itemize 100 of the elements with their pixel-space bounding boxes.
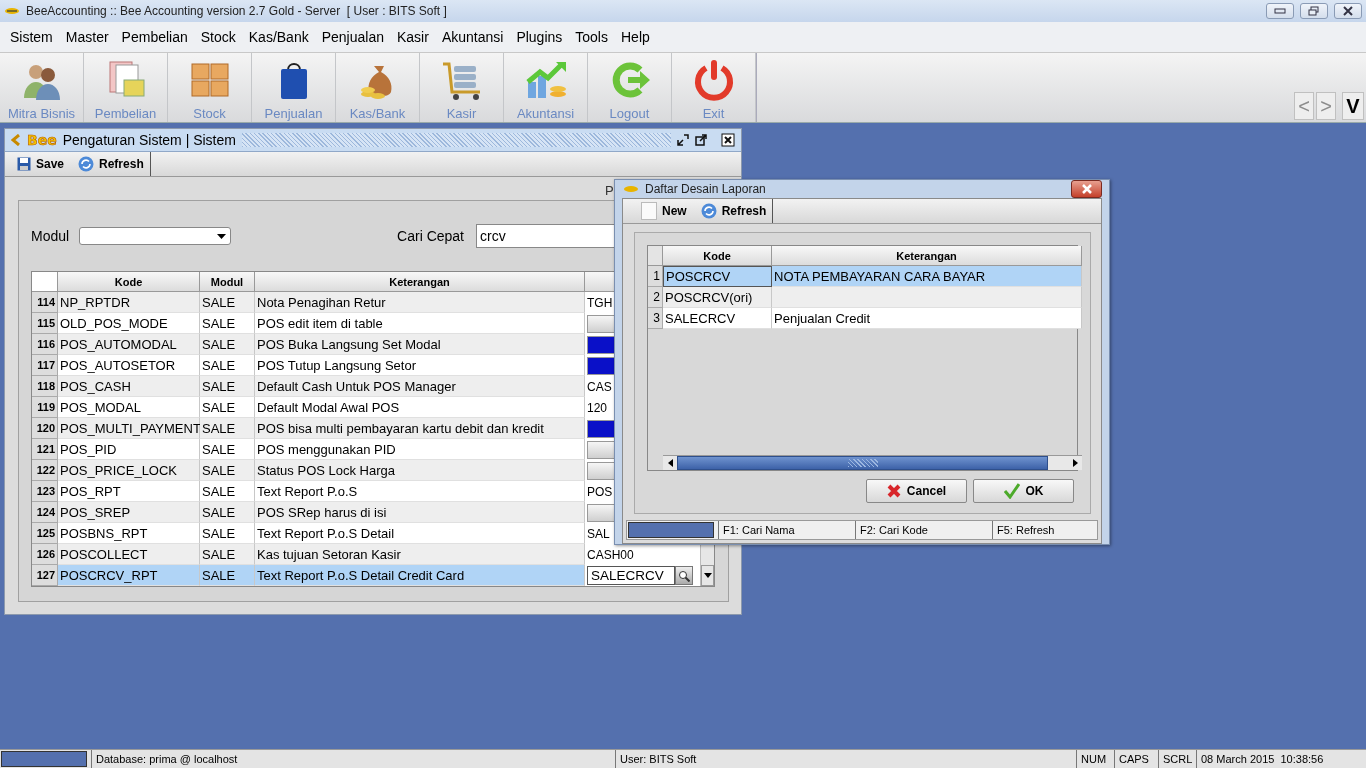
row-number: 122 [32, 460, 58, 481]
toolbar-button[interactable]: New [641, 202, 687, 220]
toolbar-button[interactable]: Save [17, 157, 65, 171]
menu-item[interactable]: Tools [569, 29, 615, 45]
close-button[interactable] [1071, 180, 1102, 198]
horizontal-scrollbar[interactable] [663, 455, 1082, 470]
column-header[interactable]: Keterangan [772, 246, 1082, 266]
minimize-icon [1274, 8, 1286, 14]
table-cell: Penjualan Credit [772, 308, 1082, 329]
nav-button[interactable]: V [1342, 92, 1364, 120]
row-number: 2 [648, 287, 663, 308]
toolbar-button[interactable]: Refresh [700, 203, 767, 219]
close-icon [1080, 184, 1093, 194]
grip-icon [847, 459, 878, 467]
table-cell: SALE [200, 502, 255, 523]
table-cell: POS_CASH [58, 376, 200, 397]
table-cell: Status POS Lock Harga [255, 460, 585, 481]
row-number: 115 [32, 313, 58, 334]
table-cell: POS_RPT [58, 481, 200, 502]
table-cell: SALE [200, 418, 255, 439]
key-indicator: SCRL [1158, 750, 1196, 768]
table-cell: SALE [200, 313, 255, 334]
check-icon [1003, 483, 1020, 499]
column-header[interactable]: Keterangan [255, 272, 585, 292]
table-cell: POSCRCV_RPT [58, 565, 200, 586]
menu-item[interactable]: Pembelian [115, 29, 195, 45]
table-cell: SALE [200, 355, 255, 376]
table-cell: NP_RPTDR [58, 292, 200, 313]
search-icon [678, 569, 690, 582]
menu-item[interactable]: Plugins [510, 29, 570, 45]
ok-button[interactable]: OK [973, 479, 1074, 503]
shortcut-hint: F1: Cari Nama [718, 521, 855, 539]
menu-item[interactable]: Help [615, 29, 657, 45]
close-icon [721, 133, 735, 147]
table-cell: 120 [587, 400, 608, 415]
column-header[interactable]: Modul [200, 272, 255, 292]
table-cell: Default Modal Awal POS [255, 397, 585, 418]
table-cell: POS_MULTI_PAYMENT [58, 418, 200, 439]
table-cell: POS [587, 484, 613, 499]
table-cell: Text Report P.o.S Detail Credit Card [255, 565, 585, 586]
window-title: BeeAccounting :: Bee Accounting version 2.7 Gold - Server [ User : BITS Soft ] [26, 4, 448, 18]
table-cell: CASH00 [587, 547, 634, 562]
save-icon [17, 157, 31, 171]
table-cell: POS_MODAL [58, 397, 200, 418]
minimize-button[interactable] [1266, 3, 1294, 19]
row-number: 124 [32, 502, 58, 523]
left-arrow-icon [667, 459, 673, 467]
table-cell: SALE [200, 292, 255, 313]
bee-app-icon [4, 6, 20, 16]
lookup-button[interactable] [675, 566, 693, 585]
table-cell: Text Report P.o.S [255, 481, 585, 502]
row-number: 117 [32, 355, 58, 376]
menu-item[interactable]: Sistem [4, 29, 60, 45]
dialog-title: Daftar Desain Laporan [645, 182, 767, 196]
bee-logo: Bee [27, 132, 57, 148]
table-cell: POS Tutup Langsung Setor [255, 355, 585, 376]
table-cell: POS_PRICE_LOCK [58, 460, 200, 481]
menu-item[interactable]: Kas/Bank [242, 29, 316, 45]
table-cell: POSCRCV(ori) [663, 287, 772, 308]
maximize-icon [695, 134, 707, 146]
table-cell: Kas tujuan Setoran Kasir [255, 544, 585, 565]
table-cell: CAS [587, 379, 612, 394]
row-number: 120 [32, 418, 58, 439]
column-header[interactable]: Kode [663, 246, 772, 266]
table-cell: SALE [200, 460, 255, 481]
row-number: 116 [32, 334, 58, 355]
status-user: User: BITS Soft [615, 750, 1076, 768]
table-cell: POS edit item di table [255, 313, 585, 334]
close-icon [1342, 6, 1354, 16]
status-database: Database: prima @ localhost [91, 750, 615, 768]
menu-item[interactable]: Penjualan [315, 29, 391, 45]
restore-button[interactable] [1300, 3, 1328, 19]
right-arrow-icon [1072, 459, 1078, 467]
table-cell: SALE [200, 523, 255, 544]
dropdown-arrow-icon [217, 233, 227, 239]
module-dropdown[interactable] [79, 227, 232, 245]
refresh-icon [700, 203, 717, 219]
table-cell: SALE [200, 439, 255, 460]
table-cell: Text Report P.o.S Detail [255, 523, 585, 544]
table-cell: SALECRCV [663, 308, 772, 329]
row-number: 118 [32, 376, 58, 397]
menu-item[interactable]: Kasir [391, 29, 436, 45]
menu-item[interactable]: Master [59, 29, 116, 45]
down-arrow-icon [703, 573, 712, 578]
row-number: 3 [648, 308, 663, 329]
toolbar-button[interactable]: Refresh [78, 156, 144, 172]
table-cell: Nota Penagihan Retur [255, 292, 585, 313]
close-button[interactable] [1334, 3, 1362, 19]
table-cell: POS_AUTOSETOR [58, 355, 200, 376]
table-cell: TGH [587, 295, 613, 310]
row-number: 121 [32, 439, 58, 460]
table-cell: POS_PID [58, 439, 200, 460]
table-cell: POS SRep harus di isi [255, 502, 585, 523]
column-header[interactable]: Kode [58, 272, 200, 292]
menu-item[interactable]: Stock [194, 29, 243, 45]
table-cell: SALE [200, 544, 255, 565]
lookup-field[interactable]: SALECRCV [587, 566, 675, 585]
cancel-button[interactable]: Cancel [866, 479, 967, 503]
menu-item[interactable]: Akuntansi [435, 29, 511, 45]
bee-app-icon [623, 185, 639, 193]
